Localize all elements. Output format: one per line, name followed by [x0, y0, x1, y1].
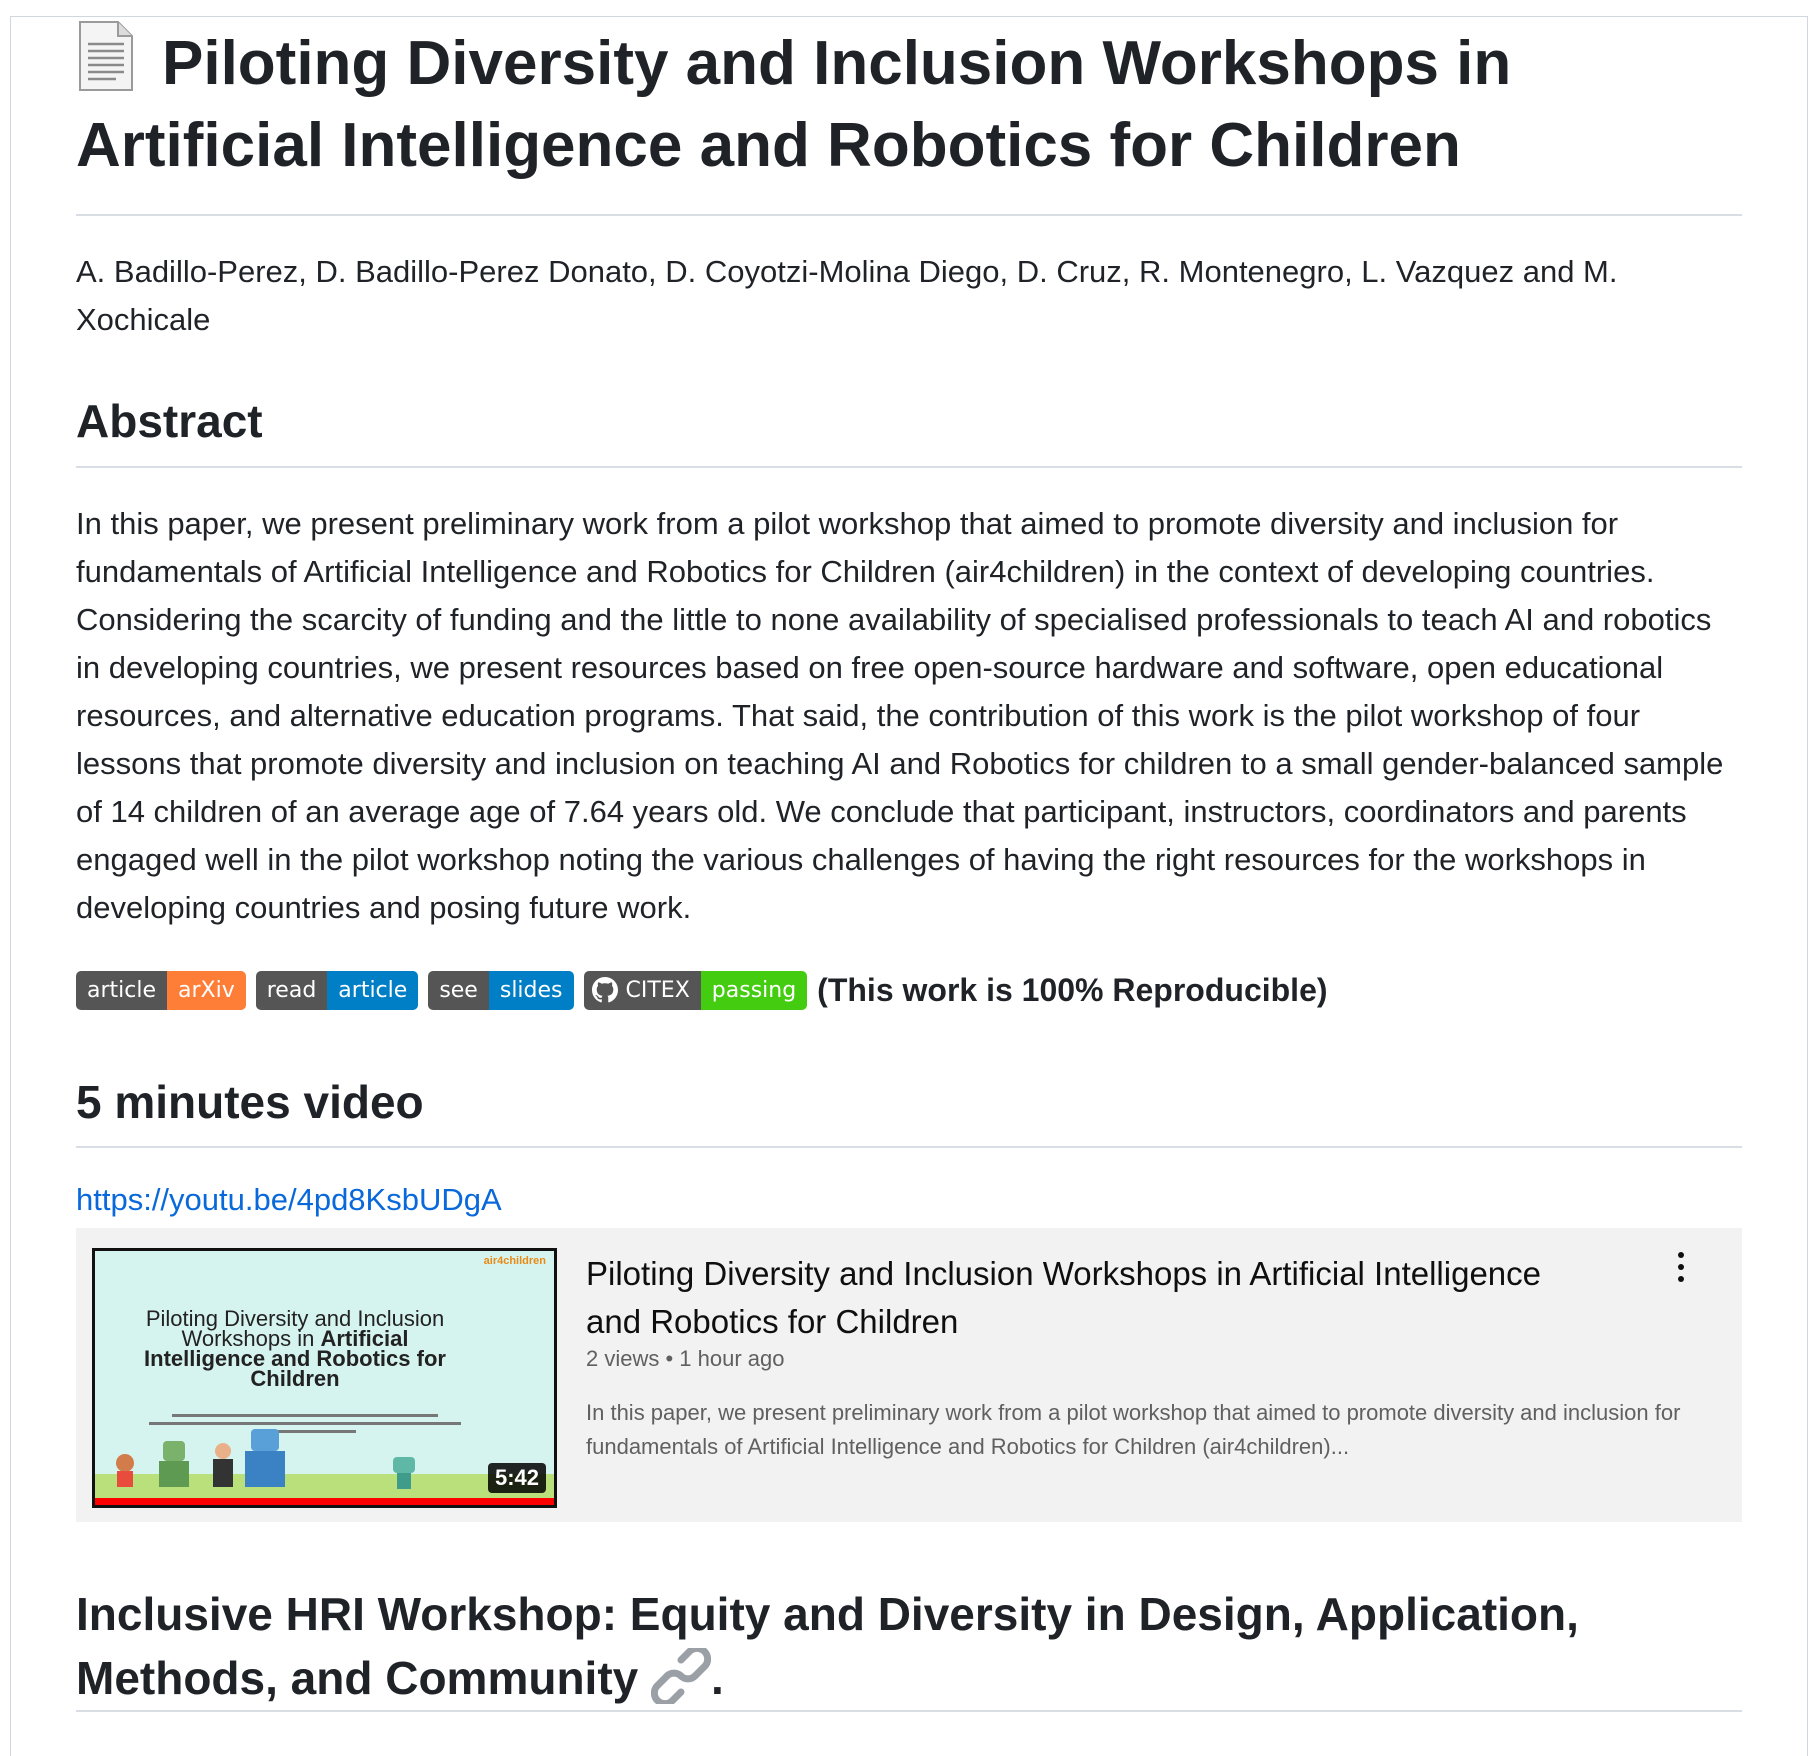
page-icon — [76, 20, 136, 92]
thumbnail-brand: air4children — [483, 1255, 546, 1267]
badge-label: see — [428, 970, 489, 1010]
watch-progress-bar — [95, 1498, 554, 1505]
more-options-icon[interactable] — [1676, 1252, 1686, 1288]
robot-illustration — [116, 1429, 285, 1487]
reproducible-note: (This work is 100% Reproducible) — [817, 971, 1328, 1008]
abstract-text: In this paper, we present preliminary wo… — [76, 506, 1724, 925]
video-thumbnail[interactable]: air4children Piloting Diversity and Incl… — [92, 1248, 557, 1508]
badge-value: passing — [700, 970, 808, 1010]
divider — [76, 214, 1742, 216]
badge-label: article — [76, 970, 168, 1010]
youtube-embed-card[interactable]: air4children Piloting Diversity and Incl… — [76, 1228, 1742, 1522]
badge-row: article arXiv read article see slides CI… — [76, 968, 1328, 1012]
thumbnail-title: Piloting Diversity and Inclusion Worksho… — [144, 1306, 446, 1391]
divider — [76, 1146, 1742, 1148]
github-icon — [591, 977, 618, 1003]
video-link[interactable]: https://youtu.be/4pd8KsbUDgA — [76, 1182, 502, 1218]
badge-label: read — [255, 970, 328, 1010]
video-meta: 2 views • 1 hour ago — [586, 1346, 785, 1371]
arxiv-badge[interactable]: article arXiv — [76, 970, 246, 1010]
hri-heading: Inclusive HRI Workshop: Equity and Diver… — [76, 1588, 1579, 1708]
video-duration: 5:42 — [487, 1463, 546, 1493]
link-icon[interactable] — [650, 1644, 712, 1708]
page-title: Piloting Diversity and Inclusion Worksho… — [76, 20, 1742, 187]
video-title[interactable]: Piloting Diversity and Inclusion Worksho… — [586, 1250, 1586, 1346]
divider — [76, 466, 1742, 468]
title-text: Piloting Diversity and Inclusion Worksho… — [76, 29, 1512, 180]
see-slides-badge[interactable]: see slides — [428, 970, 574, 1010]
video-description: In this paper, we present preliminary wo… — [586, 1400, 1681, 1459]
badge-value: article — [327, 970, 419, 1010]
video-heading: 5 minutes video — [76, 1076, 424, 1128]
read-article-badge[interactable]: read article — [255, 970, 419, 1010]
badge-value: slides — [488, 970, 574, 1010]
abstract-heading: Abstract — [76, 395, 263, 447]
authors: A. Badillo-Perez, D. Badillo-Perez Donat… — [76, 254, 1618, 337]
badge-label: CITEX — [583, 970, 701, 1010]
badge-value: arXiv — [167, 970, 246, 1010]
citex-badge[interactable]: CITEX passing — [583, 970, 808, 1010]
divider — [76, 1710, 1742, 1712]
robot-illustration — [393, 1457, 415, 1489]
